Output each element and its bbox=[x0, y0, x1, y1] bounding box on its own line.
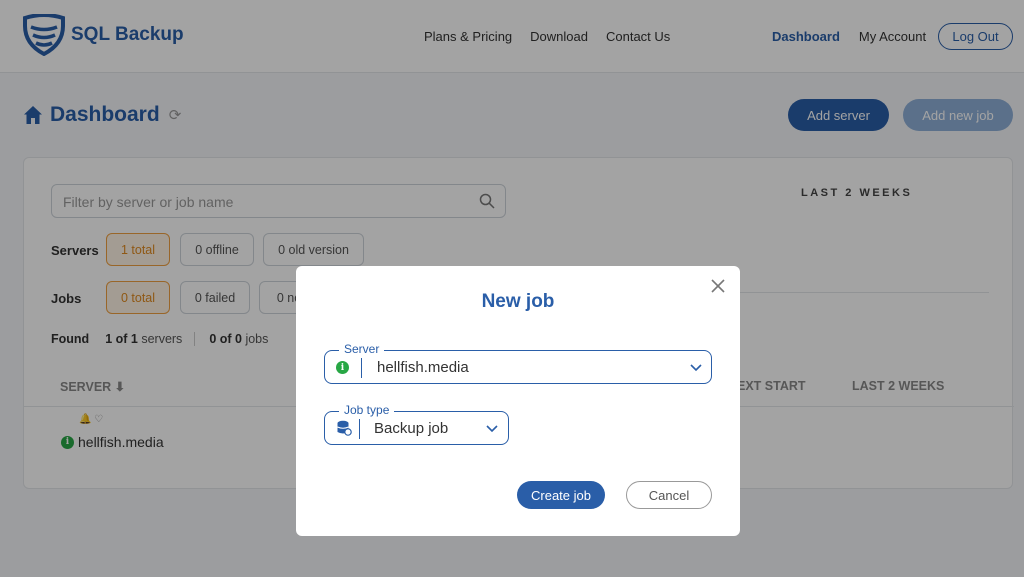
job-type-value: Backup job bbox=[374, 420, 449, 437]
dialog-title: New job bbox=[481, 291, 555, 312]
info-icon: i bbox=[336, 361, 349, 374]
job-type-legend: Job type bbox=[339, 403, 395, 417]
field-separator bbox=[359, 419, 360, 439]
database-backup-icon bbox=[337, 420, 352, 436]
server-legend: Server bbox=[339, 342, 385, 356]
chevron-down-icon bbox=[486, 425, 498, 433]
create-job-button[interactable]: Create job bbox=[517, 481, 605, 509]
cancel-button[interactable]: Cancel bbox=[626, 481, 712, 509]
chevron-down-icon bbox=[690, 364, 702, 372]
field-separator bbox=[361, 358, 362, 378]
server-value: hellfish.media bbox=[377, 359, 469, 376]
new-job-dialog: New job Server i hellfish.media Job type… bbox=[296, 266, 740, 536]
server-select[interactable]: Server i hellfish.media bbox=[324, 342, 712, 384]
close-icon[interactable] bbox=[710, 278, 726, 294]
job-type-select[interactable]: Job type Backup job bbox=[324, 403, 509, 445]
